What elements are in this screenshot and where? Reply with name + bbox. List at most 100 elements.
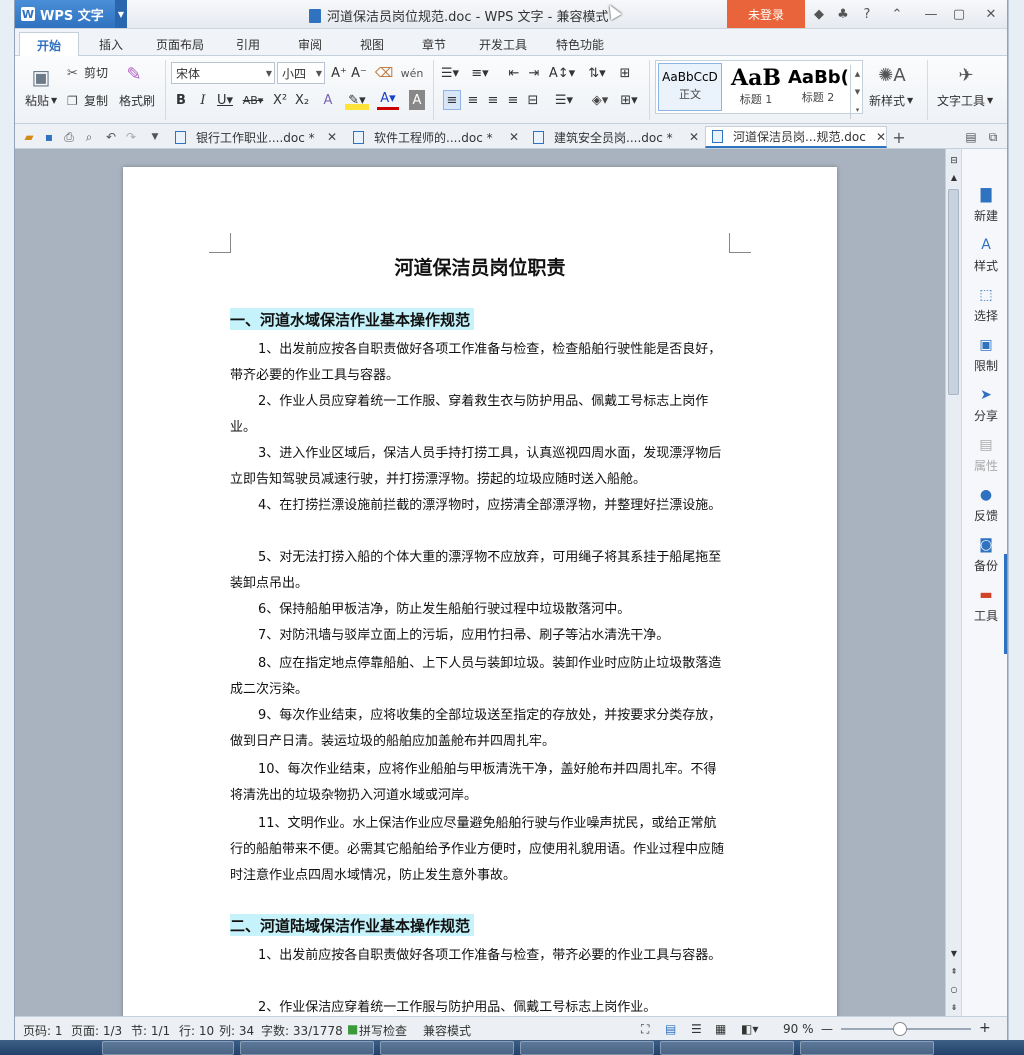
shirt-icon[interactable]: ♣ [833,5,853,23]
clear-format-icon[interactable]: ⌫ [375,63,393,83]
help-icon[interactable]: ? [857,5,877,23]
skin-icon[interactable]: ◆ [809,5,829,23]
format-painter-icon[interactable]: ✎ [121,62,147,86]
taskbar-item[interactable] [380,1041,514,1055]
doc-tab-3[interactable]: 建筑安全员岗....doc * ✕ [527,126,699,148]
font-size-select[interactable]: 小四 ▼ [277,62,325,84]
pane-restrict[interactable]: ▣ 限制 [962,337,1007,381]
page-view-icon[interactable]: ▤ [665,1022,676,1036]
decrease-indent-icon[interactable]: ⇤ [505,63,523,83]
tab-review[interactable]: 审阅 [285,33,335,56]
tab-insert[interactable]: 插入 [85,33,137,56]
taskbar-item[interactable] [240,1041,374,1055]
outline-view-icon[interactable]: ☰ [691,1022,702,1036]
login-button[interactable]: 未登录 [727,0,805,28]
sort-icon[interactable]: ⇅▾ [585,63,609,83]
status-pages[interactable]: 页面: 1/3 [71,1022,122,1039]
tab-home[interactable]: 开始 [19,32,79,57]
pane-properties[interactable]: ▤ 属性 [962,437,1007,481]
pane-tools[interactable]: ▬ 工具 [962,587,1007,631]
pinyin-icon[interactable]: wén [399,63,425,83]
status-section[interactable]: 节: 1/1 [131,1022,170,1039]
taskbar-item[interactable] [660,1041,794,1055]
font-name-select[interactable]: 宋体 ▼ [171,62,275,84]
line-spacing-icon[interactable]: ☰▾ [551,90,577,110]
format-painter-button[interactable]: 格式刷 [119,92,155,109]
tab-special[interactable]: 特色功能 [547,33,613,56]
style-heading-1[interactable]: AaB 标题 1 [724,63,788,111]
tab-page-layout[interactable]: 页面布局 [147,33,213,56]
zoom-slider-handle[interactable] [893,1022,907,1036]
style-normal[interactable]: AaBbCcD 正文 [658,63,722,111]
taskbar-item[interactable] [800,1041,934,1055]
italic-icon[interactable]: I [195,90,211,110]
close-icon[interactable]: ✕ [981,5,1001,23]
app-menu-dropdown-icon[interactable]: ▼ [115,0,127,28]
document-canvas[interactable]: 河道保洁员岗位职责 一、河道水域保洁作业基本操作规范 1、出发前应按各自职责做好… [15,149,945,1016]
new-style-icon[interactable]: ✺A [877,62,907,88]
char-shading-icon[interactable]: A [409,90,425,110]
reading-mode-icon[interactable]: ◧▾ [741,1022,758,1036]
scroll-up-icon[interactable]: ▲ [948,167,960,187]
undo-icon[interactable]: ↶ [103,129,119,145]
pane-select[interactable]: ⬚ 选择 [962,287,1007,331]
distributed-icon[interactable]: ⊟ [525,90,541,110]
shrink-font-icon[interactable]: A⁻ [351,63,367,83]
zoom-in-icon[interactable]: + [979,1020,991,1036]
status-page[interactable]: 页码: 1 [23,1022,63,1039]
tab-list-icon[interactable]: ▤ [963,129,979,145]
taskbar-item[interactable] [102,1041,234,1055]
zoom-level[interactable]: 90 % [783,1022,814,1036]
vertical-scrollbar[interactable]: ⊟ ▲ ▼ ⇞ ○ ⇟ [945,149,961,1016]
open-icon[interactable]: ▰ [21,129,37,145]
status-spellcheck[interactable]: 拼写检查 [359,1022,407,1039]
fullscreen-icon[interactable]: ⛶ [641,1022,649,1037]
doc-tab-active[interactable]: 河道保洁员岗...规范.doc ✕ [705,126,887,148]
zoom-out-icon[interactable]: — [821,1022,833,1036]
align-center-icon[interactable]: ≡ [465,90,481,110]
subscript-icon[interactable]: X₂ [293,90,311,110]
tab-view[interactable]: 视图 [347,33,397,56]
pane-new[interactable]: ▇ 新建 [962,187,1007,231]
grow-font-icon[interactable]: A⁺ [331,63,347,83]
underline-icon[interactable]: U▾ [215,90,235,110]
tab-references[interactable]: 引用 [223,33,273,56]
bullet-list-icon[interactable]: ☰▾ [439,63,461,83]
increase-indent-icon[interactable]: ⇥ [525,63,543,83]
highlight-icon[interactable]: ✎▾ [345,90,369,110]
print-preview-icon[interactable]: ⌕ [81,129,97,145]
border-icon[interactable]: ⊞▾ [617,90,641,110]
paste-icon[interactable]: ▣ [27,64,55,90]
justify-icon[interactable]: ≡ [505,90,521,110]
doc-tab-2[interactable]: 软件工程师的....doc * ✕ [347,126,519,148]
status-line[interactable]: 行: 10 [179,1022,214,1039]
taskbar-item[interactable] [520,1041,654,1055]
app-menu-button[interactable]: W WPS 文字 ▼ [15,0,127,28]
style-gallery-scroll[interactable]: ▲ ▼ ▾ [850,65,864,119]
text-effect-icon[interactable]: A [319,90,337,110]
doc-tab-1[interactable]: 银行工作职业....doc * ✕ [169,126,337,148]
document-page[interactable]: 河道保洁员岗位职责 一、河道水域保洁作业基本操作规范 1、出发前应按各自职责做好… [123,167,837,1016]
prev-page-icon[interactable]: ⇞ [948,961,960,981]
status-column[interactable]: 列: 34 [219,1022,254,1039]
text-tools-icon[interactable]: ✈ [951,62,981,88]
align-right-icon[interactable]: ≡ [485,90,501,110]
collapse-ribbon-icon[interactable]: ⌃ [887,5,907,23]
shading-icon[interactable]: ◈▾ [587,90,613,110]
tab-developer[interactable]: 开发工具 [471,33,535,56]
pane-style[interactable]: A 样式 [962,237,1007,281]
redo-icon[interactable]: ↷ [123,129,139,145]
align-left-icon[interactable]: ≡ [443,90,461,110]
copy-button[interactable]: ❐ 复制 [67,92,108,109]
save-icon[interactable]: ▪ [41,129,57,145]
chinese-layout-icon[interactable]: A↕▾ [549,63,575,83]
table-grid-icon[interactable]: ⊞ [617,63,633,83]
font-color-icon[interactable]: A▾ [377,90,399,110]
next-page-icon[interactable]: ⇟ [948,997,960,1017]
paste-button[interactable]: 粘贴 ▼ [25,92,57,109]
close-tab-icon[interactable]: ✕ [509,130,519,144]
scroll-thumb[interactable] [948,189,959,395]
new-tab-icon[interactable]: + [891,128,907,147]
tab-chapter[interactable]: 章节 [409,33,459,56]
strikethrough-icon[interactable]: AB▾ [241,90,265,110]
